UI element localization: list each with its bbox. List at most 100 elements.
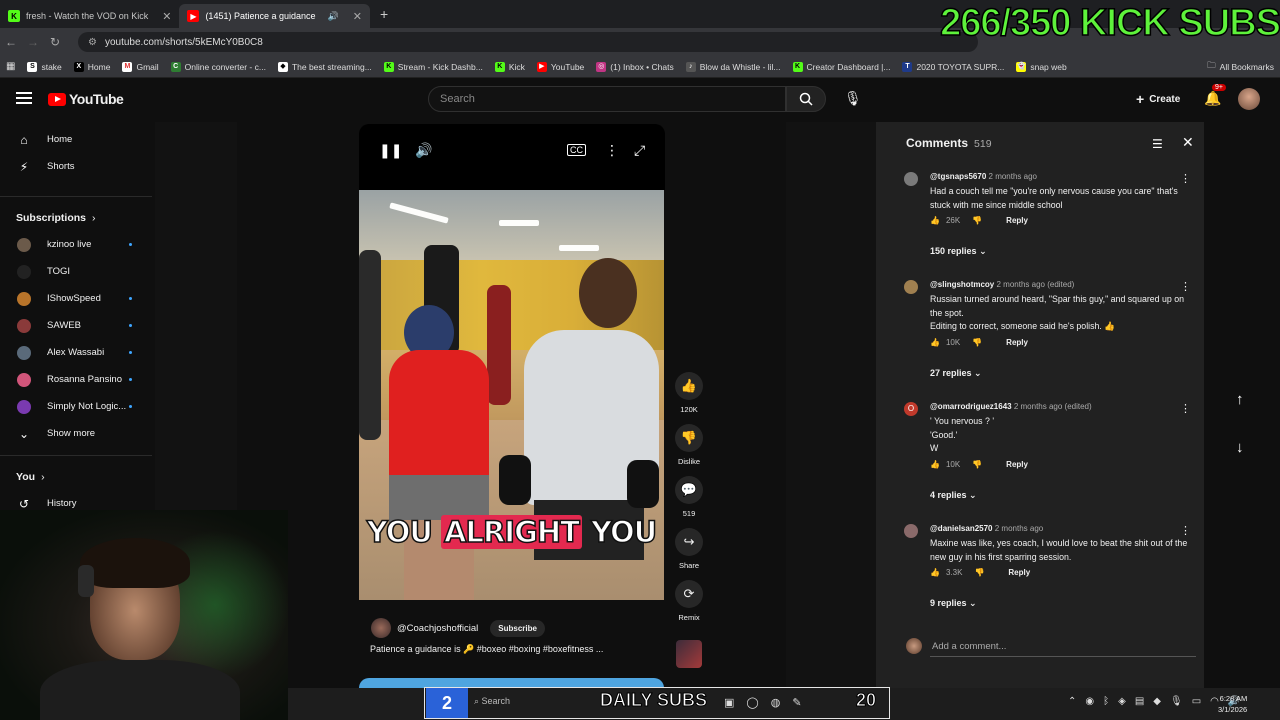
fullscreen-icon[interactable]: ⤢	[634, 142, 645, 159]
close-icon[interactable]: ✕	[1182, 134, 1194, 151]
arrow-up-icon[interactable]: ↑	[1236, 376, 1244, 424]
search-button[interactable]	[786, 86, 826, 112]
close-tab-icon[interactable]: ✕	[162, 10, 171, 23]
channel-name[interactable]: @Coachjoshofficial	[397, 623, 478, 634]
reload-icon[interactable]: ↻	[44, 35, 66, 49]
more-options-icon[interactable]: ⋮	[605, 142, 619, 159]
bluetooth-icon[interactable]: ᛒ	[1103, 696, 1109, 707]
thumbs-up-icon[interactable]: 👍	[930, 568, 940, 577]
thumbs-up-icon[interactable]: 👍	[930, 460, 940, 469]
pause-icon[interactable]: ❚❚	[379, 142, 402, 159]
close-tab-icon[interactable]: ✕	[353, 10, 362, 23]
view-replies-button[interactable]: 4 replies ⌄	[930, 490, 977, 501]
bookmark-creator-dashboard[interactable]: K Creator Dashboard |...	[787, 61, 897, 72]
comment-author[interactable]: @omarrodriguez1643	[930, 402, 1012, 411]
bookmark-kick-dashboard[interactable]: K Stream - Kick Dashb...	[378, 61, 489, 72]
comment-author[interactable]: @danielsan2570	[930, 524, 993, 533]
sidebar-item-subscription[interactable]: kzinoo live	[0, 231, 155, 258]
commenter-avatar[interactable]	[904, 172, 918, 186]
sidebar-item-shorts[interactable]: ⚡ Shorts	[0, 153, 155, 180]
commenter-avatar[interactable]	[904, 524, 918, 538]
more-options-icon[interactable]: ⋮	[1180, 524, 1191, 537]
sidebar-item-subscription[interactable]: Simply Not Logic...	[0, 393, 155, 420]
sidebar-item-subscription[interactable]: Rosanna Pansino	[0, 366, 155, 393]
short-video[interactable]: YOU ALRIGHT YOU	[359, 190, 664, 600]
share-button[interactable]: ↪ Share	[674, 528, 704, 570]
thumbs-down-icon[interactable]: 👎	[974, 568, 984, 577]
back-icon[interactable]: ←	[0, 35, 22, 49]
browser-tab-youtube[interactable]: ▶ (1451) Patience a guidance 🔊 ✕	[179, 4, 370, 28]
view-replies-button[interactable]: 27 replies ⌄	[930, 368, 982, 379]
bookmark-instagram[interactable]: ◎ (1) Inbox • Chats	[590, 61, 679, 72]
comment-author[interactable]: @slingshotmcoy	[930, 280, 994, 289]
url-field[interactable]: ⚙ youtube.com/shorts/5kEMcY0B0C8	[78, 32, 978, 52]
channel-avatar[interactable]	[371, 618, 391, 638]
youtube-logo[interactable]: YouTube	[48, 91, 124, 107]
you-heading[interactable]: You ›	[0, 464, 155, 490]
app-icon[interactable]: ◯	[746, 696, 758, 709]
sidebar-item-subscription[interactable]: IShowSpeed	[0, 285, 155, 312]
audio-source-thumbnail[interactable]	[676, 640, 702, 668]
captions-icon[interactable]: CC	[567, 144, 586, 156]
more-options-icon[interactable]: ⋮	[1180, 402, 1191, 415]
menu-icon[interactable]	[16, 92, 32, 104]
sidebar-item-subscription[interactable]: SAWEB	[0, 312, 155, 339]
bookmark-gmail[interactable]: M Gmail	[116, 61, 164, 72]
tray-app-icon[interactable]: ◉	[1085, 696, 1094, 707]
dislike-button[interactable]: 👎 Dislike	[674, 424, 704, 466]
apps-icon[interactable]: ▦	[0, 61, 21, 72]
commenter-avatar[interactable]	[904, 280, 918, 294]
sidebar-item-subscription[interactable]: Alex Wassabi	[0, 339, 155, 366]
view-replies-button[interactable]: 150 replies ⌄	[930, 246, 987, 257]
tray-app-icon[interactable]: ◆	[1153, 696, 1161, 707]
app-icon[interactable]: ◍	[771, 696, 781, 709]
bookmark-streaming[interactable]: ◆ The best streaming...	[272, 61, 378, 72]
tray-app-icon[interactable]: ◈	[1118, 696, 1126, 707]
volume-icon[interactable]: 🔊	[415, 142, 432, 159]
system-clock[interactable]: 6:28 AM 3/1/2026	[1218, 693, 1247, 715]
taskbar-search[interactable]: ⌕ Search	[474, 696, 510, 707]
thumbs-down-icon[interactable]: 👎	[972, 216, 982, 225]
comments-button[interactable]: 💬 519	[674, 476, 704, 518]
thumbs-up-icon[interactable]: 👍	[930, 216, 940, 225]
app-icon[interactable]: ✎	[792, 696, 801, 709]
site-info-icon[interactable]: ⚙	[88, 37, 97, 48]
microphone-icon[interactable]: 🎙	[1170, 696, 1183, 707]
microphone-icon[interactable]: 🎙	[844, 90, 862, 107]
comment-author[interactable]: @tgsnaps5670	[930, 172, 986, 181]
more-options-icon[interactable]: ⋮	[1180, 172, 1191, 185]
thumbs-down-icon[interactable]: 👎	[972, 338, 982, 347]
bookmark-snap-web[interactable]: 👻 snap web	[1010, 61, 1072, 72]
reply-button[interactable]: Reply	[1006, 338, 1028, 347]
bookmark-home[interactable]: X Home	[68, 61, 117, 72]
more-options-icon[interactable]: ⋮	[1180, 280, 1191, 293]
bookmark-converter[interactable]: C Online converter - c...	[165, 61, 272, 72]
browser-tab-kick[interactable]: K fresh - Watch the VOD on Kick ✕	[0, 4, 179, 28]
create-button[interactable]: + Create	[1132, 88, 1184, 110]
app-icon[interactable]: ▣	[724, 696, 734, 709]
new-tab-icon[interactable]: +	[380, 6, 388, 22]
arrow-down-icon[interactable]: ↓	[1236, 424, 1244, 472]
bookmark-youtube[interactable]: ▶ YouTube	[531, 61, 590, 72]
commenter-avatar[interactable]: O	[904, 402, 918, 416]
sidebar-item-subscription[interactable]: TOGI	[0, 258, 155, 285]
all-bookmarks[interactable]: 🗀 All Bookmarks	[1201, 60, 1280, 74]
tray-app-icon[interactable]: ▤	[1135, 696, 1144, 707]
subscriptions-heading[interactable]: Subscriptions ›	[0, 205, 155, 231]
video-description[interactable]: Patience a guidance is 🔑 #boxeo #boxing …	[370, 644, 603, 655]
bookmark-blow-da-whistle[interactable]: ♪ Blow da Whistle - lil...	[680, 61, 787, 72]
forward-icon[interactable]: →	[22, 35, 44, 49]
subscribe-button[interactable]: Subscribe	[490, 619, 545, 637]
add-comment-field[interactable]: Add a comment...	[906, 638, 1196, 657]
view-replies-button[interactable]: 9 replies ⌄	[930, 598, 977, 609]
remix-button[interactable]: ⟳ Remix	[674, 580, 704, 622]
bookmark-kick[interactable]: K Kick	[489, 61, 531, 72]
avatar[interactable]	[1238, 88, 1260, 110]
sidebar-item-home[interactable]: ⌂ Home	[0, 126, 155, 153]
search-input[interactable]: Search	[428, 86, 786, 112]
chevron-up-icon[interactable]: ⌃	[1068, 696, 1076, 707]
network-icon[interactable]: ▭	[1192, 696, 1201, 707]
sort-icon[interactable]: ☰	[1152, 137, 1163, 151]
reply-button[interactable]: Reply	[1008, 568, 1030, 577]
thumbs-down-icon[interactable]: 👎	[972, 460, 982, 469]
